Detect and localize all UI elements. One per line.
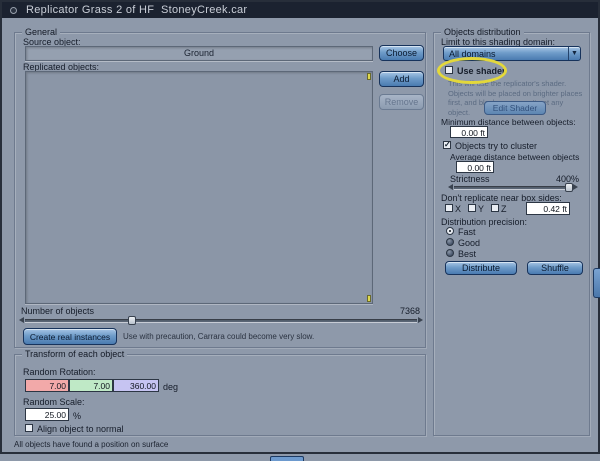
slider-right-arrow-icon[interactable] — [418, 317, 423, 323]
axis-z-label: Z — [501, 204, 507, 214]
edit-shader-button[interactable]: Edit Shader — [484, 101, 546, 115]
list-scroll-top-marker[interactable] — [367, 73, 371, 80]
choose-button[interactable]: Choose — [379, 45, 424, 61]
random-scale-label: Random Scale: — [23, 397, 85, 407]
background-window-button-sliver-bottom — [270, 456, 304, 461]
cluster-checkbox[interactable] — [443, 141, 451, 149]
rotation-x-field[interactable]: 7.00 — [25, 379, 69, 392]
precision-best-label: Best — [458, 249, 477, 259]
precision-fast-label: Fast — [458, 227, 476, 237]
avg-distance-field[interactable]: 0.00 ft — [456, 161, 494, 173]
use-shader-checkbox[interactable] — [445, 66, 453, 74]
number-of-objects-slider-thumb[interactable] — [128, 316, 137, 325]
precision-label: Distribution precision: — [441, 217, 528, 227]
axis-x-label: X — [455, 204, 462, 214]
title-bar: Replicator Grass 2 of HF StoneyCreek.car — [2, 2, 598, 18]
rotation-y-field[interactable]: 7.00 — [69, 379, 113, 392]
distribution-group: Objects distribution Limit to this shadi… — [433, 27, 590, 436]
random-scale-field[interactable]: 25.00 — [25, 408, 69, 421]
precision-good-label: Good — [458, 238, 481, 248]
axis-y-checkbox[interactable] — [468, 204, 476, 212]
number-of-objects-slider[interactable] — [19, 316, 423, 325]
strictness-slider-thumb[interactable] — [564, 183, 573, 192]
axis-x-checkbox[interactable] — [445, 204, 453, 212]
distribute-button[interactable]: Distribute — [445, 261, 517, 275]
box-sides-field[interactable]: 0.42 ft — [526, 202, 570, 215]
min-distance-field[interactable]: 0.00 ft — [450, 126, 488, 138]
axis-y-label: Y — [478, 204, 485, 214]
status-text: All objects have found a position on sur… — [14, 440, 169, 449]
replicated-objects-list[interactable] — [25, 71, 373, 304]
replicator-dialog: Replicator Grass 2 of HF StoneyCreek.car… — [0, 0, 600, 454]
add-button[interactable]: Add — [379, 71, 424, 87]
transform-group-label: Transform of each object — [22, 349, 128, 360]
shading-domain-value: All domains — [449, 48, 496, 59]
align-to-normal-label: Align object to normal — [37, 424, 124, 434]
chevron-down-icon[interactable]: ▼ — [568, 47, 580, 60]
precision-best-radio[interactable] — [446, 249, 454, 257]
random-rotation-label: Random Rotation: — [23, 367, 96, 377]
use-shader-label: Use shader — [457, 66, 506, 76]
slider-track[interactable] — [454, 186, 572, 189]
shuffle-button[interactable]: Shuffle — [527, 261, 583, 275]
number-of-objects-value: 7368 — [399, 306, 420, 316]
slider-left-arrow-icon[interactable] — [19, 317, 24, 323]
background-window-button-sliver-right — [593, 268, 600, 298]
precision-good-radio[interactable] — [446, 238, 454, 246]
system-menu-icon[interactable] — [10, 6, 17, 14]
rotation-unit-label: deg — [163, 382, 179, 392]
cluster-label: Objects try to cluster — [455, 141, 538, 151]
rotation-z-field[interactable]: 360.00 — [113, 379, 159, 392]
general-group: General Source object: Ground Choose Rep… — [14, 27, 426, 348]
remove-button[interactable]: Remove — [379, 94, 424, 110]
transform-group: Transform of each object Random Rotation… — [14, 349, 426, 436]
slider-track[interactable] — [25, 319, 417, 322]
slider-left-arrow-icon[interactable] — [448, 184, 453, 190]
axis-z-checkbox[interactable] — [491, 204, 499, 212]
caution-text: Use with precaution, Carrara could becom… — [123, 332, 315, 341]
window-title: Replicator Grass 2 of HF StoneyCreek.car — [26, 4, 248, 16]
slider-right-arrow-icon[interactable] — [573, 184, 578, 190]
list-scroll-bottom-marker[interactable] — [367, 295, 371, 302]
shading-domain-select[interactable]: All domains ▼ — [443, 46, 581, 61]
create-real-instances-button[interactable]: Create real instances — [23, 328, 117, 345]
precision-fast-radio[interactable] — [446, 227, 454, 235]
scale-unit-label: % — [73, 411, 82, 421]
align-to-normal-checkbox[interactable] — [25, 424, 33, 432]
strictness-slider[interactable] — [448, 183, 578, 192]
number-of-objects-label: Number of objects — [21, 306, 95, 316]
source-object-field: Ground — [25, 46, 373, 61]
